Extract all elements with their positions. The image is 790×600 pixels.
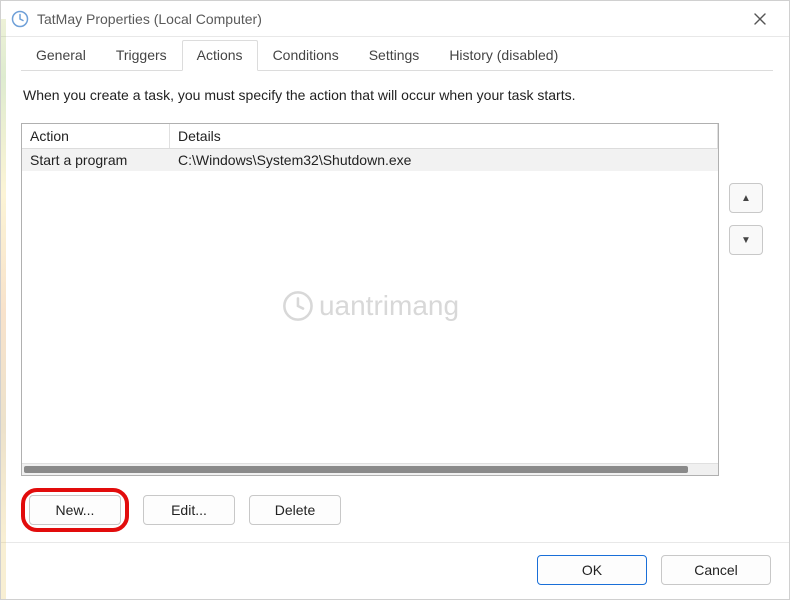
chevron-up-icon: ▲: [741, 193, 751, 204]
move-up-button[interactable]: ▲: [729, 183, 763, 213]
actions-table: Action Details Start a program C:\Window…: [21, 123, 719, 476]
left-decorative-stripe: [1, 19, 6, 599]
tab-actions[interactable]: Actions: [182, 40, 258, 71]
tab-general[interactable]: General: [21, 40, 101, 71]
action-button-row: New... Edit... Delete: [21, 488, 773, 532]
table-body: Start a program C:\Windows\System32\Shut…: [22, 149, 718, 463]
edit-button[interactable]: Edit...: [143, 495, 235, 525]
tab-description: When you create a task, you must specify…: [23, 87, 771, 103]
horizontal-scrollbar[interactable]: [22, 463, 718, 475]
ok-button[interactable]: OK: [537, 555, 647, 585]
cell-action: Start a program: [22, 149, 170, 171]
delete-button[interactable]: Delete: [249, 495, 341, 525]
watermark: uantrimang: [281, 289, 459, 323]
move-down-button[interactable]: ▼: [729, 225, 763, 255]
dialog-window: TatMay Properties (Local Computer) Gener…: [0, 0, 790, 600]
watermark-icon: [281, 289, 315, 323]
column-action[interactable]: Action: [22, 124, 170, 148]
reorder-controls: ▲ ▼: [719, 123, 773, 476]
scrollbar-thumb[interactable]: [24, 466, 688, 473]
chevron-down-icon: ▼: [741, 235, 751, 246]
main-row: Action Details Start a program C:\Window…: [21, 123, 773, 476]
dialog-footer: OK Cancel: [1, 542, 789, 599]
highlight-ring: New...: [21, 488, 129, 532]
app-icon: [11, 10, 29, 28]
tab-settings[interactable]: Settings: [354, 40, 435, 71]
dialog-body: General Triggers Actions Conditions Sett…: [1, 37, 789, 542]
column-details[interactable]: Details: [170, 124, 718, 148]
tab-conditions[interactable]: Conditions: [258, 40, 354, 71]
close-icon: [754, 13, 766, 25]
watermark-text: uantrimang: [319, 290, 459, 322]
window-title: TatMay Properties (Local Computer): [37, 11, 741, 27]
tab-history[interactable]: History (disabled): [434, 40, 573, 71]
cancel-button[interactable]: Cancel: [661, 555, 771, 585]
cell-details: C:\Windows\System32\Shutdown.exe: [170, 149, 718, 171]
titlebar: TatMay Properties (Local Computer): [1, 1, 789, 37]
tab-bar: General Triggers Actions Conditions Sett…: [21, 37, 773, 71]
new-button[interactable]: New...: [29, 495, 121, 525]
table-header: Action Details: [22, 124, 718, 149]
tab-triggers[interactable]: Triggers: [101, 40, 182, 71]
table-row[interactable]: Start a program C:\Windows\System32\Shut…: [22, 149, 718, 171]
close-button[interactable]: [741, 5, 779, 33]
